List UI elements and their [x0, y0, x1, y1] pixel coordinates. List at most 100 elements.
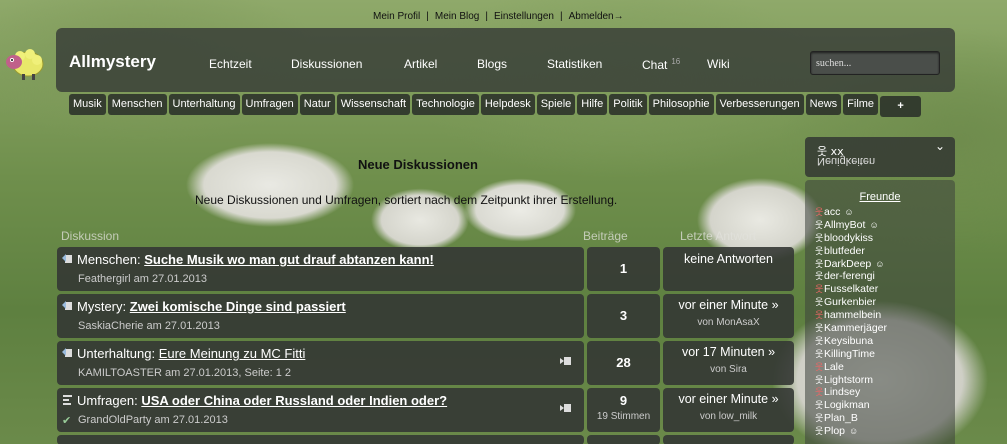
last-page-icon[interactable]: [560, 356, 572, 366]
topic-title-link[interactable]: USA oder China oder Russland oder Indien…: [141, 393, 447, 408]
category-wissenschaft[interactable]: Wissenschaft: [336, 94, 411, 115]
friend-item[interactable]: 웃acc ☺: [815, 206, 887, 219]
last-reply-link[interactable]: vor einer Minute »: [663, 294, 794, 312]
column-header-last-reply[interactable]: Letzte Antwort: [680, 229, 756, 243]
friend-name[interactable]: Plop: [824, 425, 845, 437]
friend-name[interactable]: Kammerjäger: [824, 322, 887, 334]
nav-chat[interactable]: Chat 16: [642, 57, 680, 72]
online-user-icon: 웃: [815, 374, 824, 385]
category-musik[interactable]: Musik: [69, 94, 106, 115]
category-technologie[interactable]: Technologie: [412, 94, 479, 115]
friend-item[interactable]: 웃blutfeder: [815, 245, 887, 258]
last-reply-link[interactable]: keine Antworten: [663, 247, 794, 266]
more-categories-button[interactable]: +: [880, 96, 922, 117]
friend-name[interactable]: Keysibuna: [824, 335, 873, 347]
online-user-icon: 웃: [815, 271, 824, 282]
category-menschen[interactable]: Menschen: [107, 94, 167, 115]
friend-name[interactable]: acc: [824, 206, 840, 218]
category-politik[interactable]: Politik: [609, 94, 647, 115]
friend-item[interactable]: 웃Plop ☺: [815, 425, 887, 438]
friend-item[interactable]: 웃DarkDeep ☺: [815, 258, 887, 271]
friend-name[interactable]: AllmyBot: [824, 219, 865, 231]
friend-item[interactable]: 웃Kammerjäger: [815, 322, 887, 335]
nav-echtzeit[interactable]: Echtzeit: [209, 57, 252, 71]
friend-item[interactable]: 웃Lightstorm: [815, 374, 887, 387]
friend-name[interactable]: hammelbein: [824, 309, 881, 321]
friend-item[interactable]: 웃hammelbein: [815, 309, 887, 322]
last-reply-link[interactable]: vor einer Minute »: [663, 388, 794, 406]
last-reply-author[interactable]: von MonAsaX: [663, 317, 794, 328]
topic-title-link[interactable]: Suche Musik wo man gut drauf abtanzen ka…: [144, 252, 434, 267]
table-row: Mystery: Zwei komische Dinge sind passie…: [57, 294, 794, 338]
topic-title-link[interactable]: Zwei komische Dinge sind passiert: [130, 299, 346, 314]
category-natur[interactable]: Natur: [299, 94, 335, 115]
webcam-icon[interactable]: ☺: [869, 220, 878, 230]
friend-item[interactable]: 웃Plan_B: [815, 412, 887, 425]
user-panel[interactable]: 웃 xx Neuigkeiten ⌄: [805, 137, 955, 177]
online-user-icon: 웃: [815, 219, 824, 230]
topic-title-link[interactable]: Eure Meinung zu MC Fitti: [159, 346, 306, 361]
friend-name[interactable]: Lindsey: [824, 386, 860, 398]
friend-name[interactable]: Logikman: [824, 399, 870, 411]
online-user-icon: 웃: [815, 245, 824, 256]
friend-item[interactable]: 웃Fusselkater: [815, 283, 887, 296]
column-header-discussion[interactable]: Diskussion: [61, 229, 119, 243]
friend-item[interactable]: 웃Gurkenbier: [815, 296, 887, 309]
friend-item[interactable]: 웃Lale: [815, 361, 887, 374]
poll-icon: [63, 395, 72, 405]
friend-name[interactable]: Plan_B: [824, 412, 858, 424]
friend-item[interactable]: 웃Keysibuna: [815, 335, 887, 348]
last-reply-author[interactable]: von low_milk: [663, 411, 794, 422]
category-filme[interactable]: Filme: [843, 94, 879, 115]
friend-item[interactable]: 웃Logikman: [815, 399, 887, 412]
friend-name[interactable]: Lale: [824, 361, 844, 373]
logout-link[interactable]: Abmelden: [569, 11, 614, 22]
category-umfragen[interactable]: Umfragen: [241, 94, 298, 115]
friend-name[interactable]: KillingTime: [824, 348, 875, 360]
table-row: Unterhaltung: Eure Meinung zu MC Fitti K…: [57, 341, 794, 385]
friend-item[interactable]: 웃KillingTime: [815, 348, 887, 361]
category-verbesserungen[interactable]: Verbesserungen: [715, 94, 804, 115]
last-reply-link[interactable]: vor 17 Minuten »: [663, 341, 794, 359]
category-news[interactable]: News: [805, 94, 842, 115]
my-blog-link[interactable]: Mein Blog: [435, 11, 479, 22]
nav-blogs[interactable]: Blogs: [477, 57, 507, 71]
brand-title[interactable]: Allmystery: [69, 52, 156, 72]
last-page-icon[interactable]: [560, 403, 572, 413]
nav-statistiken[interactable]: Statistiken: [547, 57, 602, 71]
webcam-icon[interactable]: ☺: [875, 259, 884, 269]
category-helpdesk[interactable]: Helpdesk: [480, 94, 535, 115]
friend-name[interactable]: Lightstorm: [824, 374, 873, 386]
friend-item[interactable]: 웃der-ferengi: [815, 270, 887, 283]
nav-diskussionen[interactable]: Diskussionen: [291, 57, 362, 71]
column-header-posts[interactable]: Beiträge: [583, 229, 628, 243]
search-input[interactable]: suchen...: [810, 51, 940, 75]
friends-title-link[interactable]: Freunde: [805, 191, 955, 203]
friend-name[interactable]: bloodykiss: [824, 232, 873, 244]
post-count: 9: [619, 393, 628, 408]
category-spiele[interactable]: Spiele: [536, 94, 576, 115]
topic-meta: SaskiaCherie am 27.01.2013: [78, 320, 220, 332]
chevron-down-icon[interactable]: ⌄: [935, 139, 945, 153]
topic-category: Umfragen:: [77, 393, 138, 408]
friend-item[interactable]: 웃AllmyBot ☺: [815, 219, 887, 232]
friend-item[interactable]: 웃bloodykiss: [815, 232, 887, 245]
friend-name[interactable]: Fusselkater: [824, 283, 878, 295]
friend-name[interactable]: blutfeder: [824, 245, 865, 257]
nav-wiki[interactable]: Wiki: [707, 57, 730, 71]
last-reply-author[interactable]: von Sira: [663, 364, 794, 375]
my-profile-link[interactable]: Mein Profil: [373, 11, 420, 22]
friend-item[interactable]: 웃Lindsey: [815, 386, 887, 399]
category-hilfe[interactable]: Hilfe: [577, 94, 608, 115]
friend-name[interactable]: der-ferengi: [824, 270, 875, 282]
settings-link[interactable]: Einstellungen: [494, 11, 554, 22]
webcam-icon[interactable]: ☺: [844, 207, 853, 217]
friend-name[interactable]: DarkDeep: [824, 258, 871, 270]
nav-artikel[interactable]: Artikel: [404, 57, 437, 71]
category-unterhaltung[interactable]: Unterhaltung: [168, 94, 240, 115]
webcam-icon[interactable]: ☺: [849, 426, 858, 436]
offline-user-icon: 웃: [815, 284, 824, 295]
sheep-logo-icon[interactable]: [2, 42, 46, 82]
category-philosophie[interactable]: Philosophie: [648, 94, 714, 115]
friend-name[interactable]: Gurkenbier: [824, 296, 876, 308]
